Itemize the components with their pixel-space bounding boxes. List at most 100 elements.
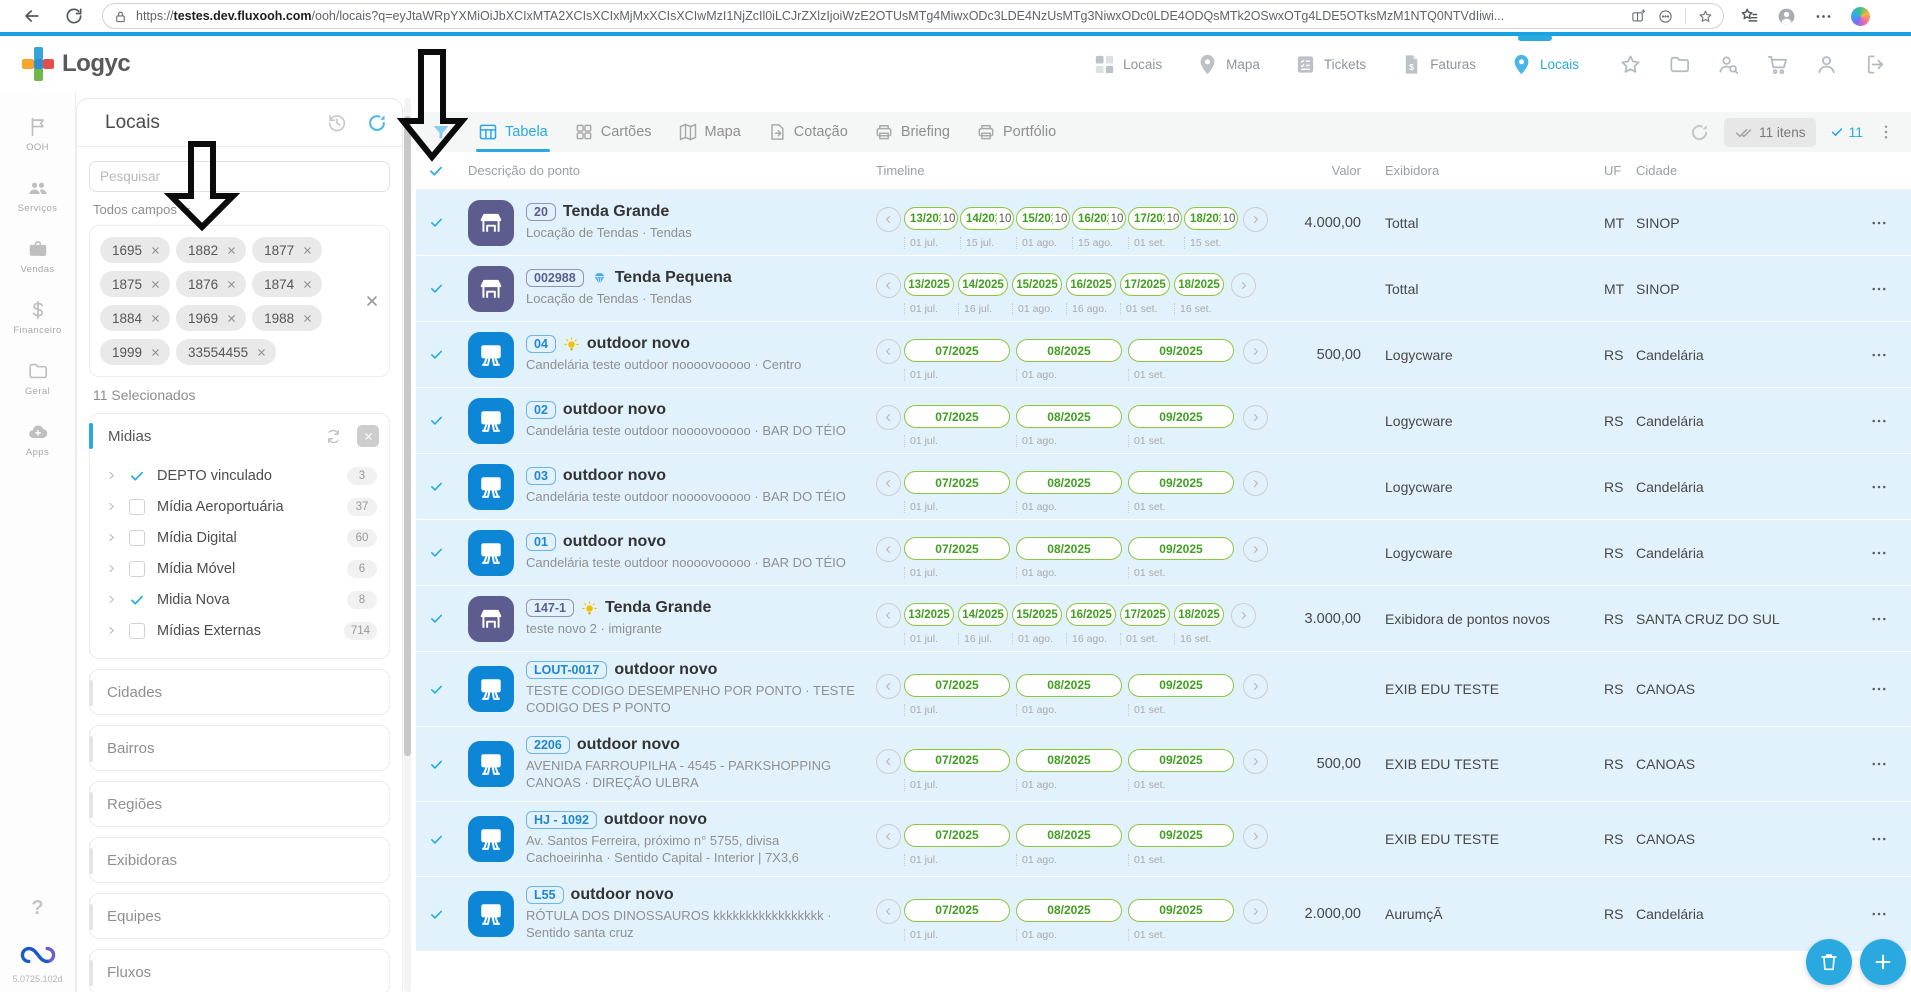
timeline-period-chip[interactable]: 15/202510 [1016, 207, 1070, 230]
row-selected-check-icon[interactable] [429, 347, 444, 362]
timeline-period-chip[interactable]: 09/2025 [1128, 824, 1234, 847]
row-selected-check-icon[interactable] [429, 907, 444, 922]
col-cidade[interactable]: Cidade [1636, 163, 1826, 178]
user-icon[interactable] [1815, 53, 1838, 76]
table-row[interactable]: 04outdoor novoCandelária teste outdoor n… [416, 322, 1911, 387]
timeline-period-chip[interactable]: 08/2025 [1016, 471, 1122, 494]
timeline-period-chip[interactable]: 18/2025 [1174, 603, 1224, 626]
table-row[interactable]: 01outdoor novoCandelária teste outdoor n… [416, 520, 1911, 585]
favorites-hub-icon[interactable] [1740, 7, 1759, 26]
chip-remove-icon[interactable] [302, 245, 313, 256]
rail-item-serviços[interactable]: Serviços [0, 177, 75, 214]
timeline-period-chip[interactable]: 18/2025 [1174, 273, 1224, 296]
chip-remove-icon[interactable] [302, 279, 313, 290]
filter-chip[interactable]: 1874 [252, 271, 322, 297]
table-row[interactable]: 20Tenda GrandeLocação de Tendas · Tendas… [416, 190, 1911, 255]
items-count-button[interactable]: 11 itens [1724, 118, 1816, 147]
timeline-period-chip[interactable]: 14/2025 [958, 273, 1008, 296]
timeline-period-chip[interactable]: 15/2025 [1012, 273, 1062, 296]
panel-refresh-icon[interactable] [366, 112, 388, 134]
timeline-period-chip[interactable]: 16/202510 [1072, 207, 1126, 230]
row-menu-icon[interactable] [1869, 610, 1911, 628]
timeline-prev-button[interactable] [876, 824, 901, 849]
row-selected-check-icon[interactable] [429, 281, 444, 296]
timeline-prev-button[interactable] [876, 471, 901, 496]
nav-locais[interactable]: Locais [1093, 36, 1162, 92]
table-row[interactable]: 02outdoor novoCandelária teste outdoor n… [416, 388, 1911, 453]
timeline-period-chip[interactable]: 16/2025 [1066, 603, 1116, 626]
filter-section-exibidoras[interactable]: Exibidoras [89, 837, 390, 883]
filter-chip[interactable]: 1695 [100, 237, 170, 263]
profile-avatar[interactable] [1777, 7, 1796, 26]
col-timeline[interactable]: Timeline [876, 163, 1276, 178]
timeline-next-button[interactable] [1243, 405, 1268, 430]
star-icon[interactable] [1619, 53, 1642, 76]
checkbox-unchecked[interactable] [129, 499, 145, 515]
row-selected-check-icon[interactable] [429, 413, 444, 428]
rail-item-geral[interactable]: Geral [0, 360, 75, 397]
filter-section-fluxos[interactable]: Fluxos [89, 949, 390, 992]
timeline-prev-button[interactable] [876, 749, 901, 774]
timeline-period-chip[interactable]: 07/2025 [904, 824, 1010, 847]
row-menu-icon[interactable] [1869, 478, 1911, 496]
filter-section-bairros[interactable]: Bairros [89, 725, 390, 771]
row-selected-check-icon[interactable] [429, 757, 444, 772]
search-scope-dropdown[interactable]: Todos campos [93, 202, 390, 217]
timeline-prev-button[interactable] [876, 537, 901, 562]
timeline-period-chip[interactable]: 14/2025 [958, 603, 1008, 626]
timeline-next-button[interactable] [1231, 273, 1256, 298]
timeline-period-chip[interactable]: 13/2025 [904, 273, 954, 296]
tab-cartões[interactable]: Cartões [574, 112, 652, 152]
nav-locais-active[interactable]: Locais [1510, 36, 1579, 92]
user-search-icon[interactable] [1717, 53, 1740, 76]
chip-remove-icon[interactable] [150, 313, 161, 324]
rail-item-financeiro[interactable]: Financeiro [0, 299, 75, 336]
row-menu-icon[interactable] [1869, 680, 1911, 698]
expand-chevron-icon[interactable] [106, 625, 117, 636]
timeline-next-button[interactable] [1243, 674, 1268, 699]
clear-all-chips-icon[interactable] [364, 293, 380, 309]
nav-mapa[interactable]: Mapa [1196, 36, 1260, 92]
timeline-period-chip[interactable]: 09/2025 [1128, 899, 1234, 922]
table-row[interactable]: 002988Tenda PequenaLocação de Tendas · T… [416, 256, 1911, 321]
tab-portfólio[interactable]: Portfólio [976, 112, 1056, 152]
timeline-prev-button[interactable] [876, 339, 901, 364]
filter-section-equipes[interactable]: Equipes [89, 893, 390, 939]
expand-chevron-icon[interactable] [106, 594, 117, 605]
history-icon[interactable] [326, 112, 348, 134]
app-logo[interactable]: Logyc [22, 47, 130, 81]
logout-icon[interactable] [1864, 53, 1887, 76]
sync-icon[interactable] [324, 427, 343, 446]
timeline-next-button[interactable] [1243, 339, 1268, 364]
chip-remove-icon[interactable] [302, 313, 313, 324]
cart-icon[interactable] [1766, 53, 1789, 76]
table-row[interactable]: 03outdoor novoCandelária teste outdoor n… [416, 454, 1911, 519]
timeline-period-chip[interactable]: 09/2025 [1128, 537, 1234, 560]
filter-chip[interactable]: 1876 [176, 271, 246, 297]
midia-item[interactable]: Mídias Externas714 [90, 615, 389, 646]
row-selected-check-icon[interactable] [429, 682, 444, 697]
col-exibidora[interactable]: Exibidora [1371, 163, 1596, 178]
rail-item-vendas[interactable]: Vendas [0, 238, 75, 275]
timeline-period-chip[interactable]: 08/2025 [1016, 899, 1122, 922]
tab-cotação[interactable]: Cotação [767, 112, 848, 152]
timeline-prev-button[interactable] [876, 405, 901, 430]
filter-chip[interactable]: 33554455 [176, 339, 276, 365]
timeline-prev-button[interactable] [876, 207, 901, 232]
row-selected-check-icon[interactable] [429, 611, 444, 626]
chip-remove-icon[interactable] [226, 279, 237, 290]
scrollbar-thumb[interactable] [404, 116, 411, 756]
rail-item-ooh[interactable]: OOH [0, 116, 75, 153]
table-row[interactable]: 147-1Tenda Grandeteste novo 2 · imigrant… [416, 586, 1911, 651]
timeline-period-chip[interactable]: 17/2025 [1120, 603, 1170, 626]
timeline-period-chip[interactable]: 17/2025 [1120, 273, 1170, 296]
row-menu-icon[interactable] [1869, 412, 1911, 430]
table-row[interactable]: 2206outdoor novoAVENIDA FARROUPILHA - 45… [416, 727, 1911, 801]
timeline-period-chip[interactable]: 07/2025 [904, 899, 1010, 922]
checkbox-unchecked[interactable] [129, 623, 145, 639]
chip-remove-icon[interactable] [226, 313, 237, 324]
timeline-period-chip[interactable]: 07/2025 [904, 749, 1010, 772]
chip-remove-icon[interactable] [256, 347, 267, 358]
row-menu-icon[interactable] [1869, 346, 1911, 364]
table-row[interactable]: LOUT-0017outdoor novoTESTE CODIGO DESEMP… [416, 652, 1911, 726]
